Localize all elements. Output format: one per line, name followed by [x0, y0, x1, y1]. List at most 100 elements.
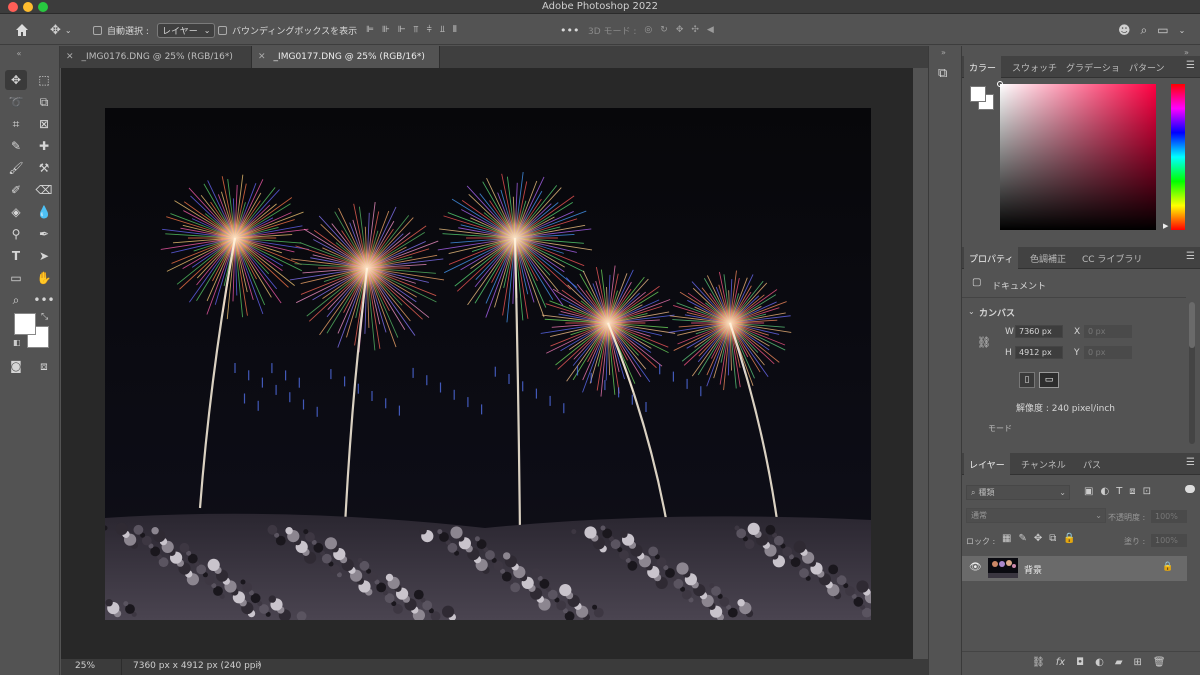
- panel-menu-icon[interactable]: ☰: [1186, 60, 1196, 71]
- blend-mode-dropdown[interactable]: 通常 ⌄: [966, 508, 1106, 523]
- document-photo[interactable]: [105, 108, 871, 620]
- eyedropper-tool[interactable]: ✎: [5, 136, 27, 156]
- image-filter-icon[interactable]: ▣: [1084, 486, 1093, 497]
- filter-toggle-switch[interactable]: [1185, 485, 1195, 493]
- tab-paths[interactable]: パス: [1078, 453, 1106, 475]
- align-bottom-icon[interactable]: ⫫: [440, 25, 445, 35]
- home-button[interactable]: [14, 22, 30, 38]
- panel-menu-icon[interactable]: ☰: [1186, 251, 1196, 262]
- scroll-thumb[interactable]: [1189, 302, 1195, 348]
- move-tool[interactable]: ✥: [5, 70, 27, 90]
- hue-slider-handle[interactable]: ▶: [1163, 222, 1168, 230]
- color-picker-field[interactable]: [997, 81, 1156, 230]
- tab-patterns[interactable]: パターン: [1124, 56, 1170, 78]
- paint-bucket-tool[interactable]: ◈: [5, 202, 27, 222]
- lock-all-icon[interactable]: 🔒: [1063, 533, 1075, 544]
- properties-scrollbar[interactable]: [1189, 302, 1195, 444]
- healing-tool[interactable]: ✚: [33, 136, 55, 156]
- status-menu-arrow[interactable]: ›: [257, 660, 261, 670]
- blur-tool[interactable]: 💧: [33, 202, 55, 222]
- collapse-icon[interactable]: «: [8, 48, 30, 58]
- hue-slider[interactable]: [1171, 84, 1185, 230]
- history-panel-icon[interactable]: ⧉: [938, 66, 947, 81]
- y-field[interactable]: 0 px: [1084, 346, 1132, 359]
- panel-menu-icon[interactable]: ☰: [1186, 457, 1196, 468]
- lock-position-icon[interactable]: ✥: [1034, 533, 1042, 544]
- eraser-tool[interactable]: ⌫: [33, 180, 55, 200]
- lock-transparent-icon[interactable]: ▦: [1002, 533, 1011, 544]
- landscape-orientation-button[interactable]: ▭: [1039, 372, 1059, 388]
- lasso-tool[interactable]: ➰: [5, 92, 27, 112]
- color-fg-swatch[interactable]: [970, 86, 986, 102]
- type-tool[interactable]: T: [5, 246, 27, 266]
- tab-layers[interactable]: レイヤー: [964, 453, 1010, 475]
- close-tab-icon[interactable]: ✕: [66, 52, 74, 62]
- layer-filter-dropdown[interactable]: ⌕ 種類 ⌄: [966, 485, 1070, 500]
- close-tab-icon[interactable]: ✕: [258, 52, 266, 62]
- chevron-down-icon[interactable]: ⌄: [968, 307, 975, 316]
- trash-icon[interactable]: 🗑: [1153, 657, 1166, 668]
- bounding-box-checkbox[interactable]: バウンディングボックスを表示: [218, 22, 357, 38]
- dodge-tool[interactable]: ⚲: [5, 224, 27, 244]
- foreground-color-swatch[interactable]: [14, 313, 36, 335]
- workspace-icon[interactable]: ▭: [1157, 23, 1168, 37]
- opacity-field[interactable]: 100%: [1151, 510, 1187, 523]
- tab-adjustments[interactable]: 色調補正: [1025, 247, 1071, 269]
- path-select-tool[interactable]: ➤: [33, 246, 55, 266]
- frame-tool[interactable]: ⊠: [33, 114, 55, 134]
- tab-cc-libraries[interactable]: CC ライブラリ: [1077, 247, 1147, 269]
- tab-gradients[interactable]: グラデーショ: [1061, 56, 1125, 78]
- marquee-tool[interactable]: ⬚: [33, 70, 55, 90]
- tab-color[interactable]: カラー: [964, 56, 1002, 78]
- portrait-orientation-button[interactable]: ▯: [1019, 372, 1035, 388]
- layer-row-background[interactable]: 👁 背景 🔒: [962, 556, 1187, 581]
- swap-colors-icon[interactable]: ⤡: [41, 312, 48, 322]
- camera-3d-icon[interactable]: ◀: [707, 25, 714, 35]
- stamp-tool[interactable]: ⚒: [33, 158, 55, 178]
- share-icon[interactable]: ☻: [1118, 23, 1131, 37]
- eye-icon[interactable]: 👁: [969, 562, 982, 573]
- collapse-dock-icon[interactable]: »: [941, 48, 946, 57]
- history-brush-tool[interactable]: ✐: [5, 180, 27, 200]
- zoom-tool[interactable]: ⌕: [5, 290, 27, 310]
- fill-field[interactable]: 100%: [1151, 534, 1187, 547]
- align-right-icon[interactable]: ⊩: [398, 25, 406, 35]
- crop-tool[interactable]: ⌗: [5, 114, 27, 134]
- height-field[interactable]: 4912 px: [1015, 346, 1063, 359]
- tab-channels[interactable]: チャンネル: [1016, 453, 1071, 475]
- shape-filter-icon[interactable]: ⧈: [1129, 486, 1135, 497]
- align-top-icon[interactable]: ⫪: [414, 25, 419, 35]
- object-select-tool[interactable]: ⧉: [33, 92, 55, 112]
- pen-tool[interactable]: ✒: [33, 224, 55, 244]
- align-center-icon[interactable]: ⊪: [382, 25, 390, 35]
- search-icon[interactable]: ⌕: [1141, 23, 1148, 38]
- tab-img0176[interactable]: ✕ _IMG0176.DNG @ 25% (RGB/16*): [60, 46, 252, 68]
- type-filter-icon[interactable]: T: [1116, 486, 1122, 497]
- new-group-icon[interactable]: ▰: [1115, 657, 1123, 668]
- adjustment-filter-icon[interactable]: ◐: [1100, 486, 1109, 497]
- x-field[interactable]: 0 px: [1084, 325, 1132, 338]
- lock-artboard-icon[interactable]: ⧉: [1049, 533, 1056, 544]
- tab-img0177[interactable]: ✕ _IMG0177.DNG @ 25% (RGB/16*): [252, 46, 440, 68]
- add-mask-icon[interactable]: ◘: [1076, 657, 1084, 668]
- rectangle-tool[interactable]: ▭: [5, 268, 27, 288]
- new-layer-icon[interactable]: ⊞: [1134, 657, 1142, 668]
- auto-select-dropdown[interactable]: レイヤー ⌄: [157, 23, 216, 38]
- hand-tool[interactable]: ✋: [33, 268, 55, 288]
- pan-3d-icon[interactable]: ✥: [676, 25, 684, 35]
- slide-3d-icon[interactable]: ✣: [691, 25, 699, 35]
- zoom-level[interactable]: 25%: [75, 661, 95, 671]
- align-left-icon[interactable]: ⊫: [366, 25, 374, 35]
- auto-select-checkbox[interactable]: 自動選択 :: [93, 22, 149, 38]
- screen-mode-button[interactable]: ⧈: [33, 356, 55, 376]
- link-layers-icon[interactable]: ⛓: [1032, 657, 1045, 668]
- quick-mask-button[interactable]: ◙: [5, 356, 27, 376]
- picker-handle[interactable]: [997, 81, 1003, 87]
- tab-swatches[interactable]: スウォッチ: [1007, 56, 1062, 78]
- lock-pixels-icon[interactable]: ✎: [1018, 533, 1026, 544]
- more-tools[interactable]: •••: [33, 290, 55, 310]
- orbit-3d-icon[interactable]: ◎: [644, 25, 652, 35]
- brush-tool[interactable]: 🖌: [5, 158, 27, 178]
- width-field[interactable]: 7360 px: [1015, 325, 1063, 338]
- smart-object-filter-icon[interactable]: ⊡: [1143, 486, 1151, 497]
